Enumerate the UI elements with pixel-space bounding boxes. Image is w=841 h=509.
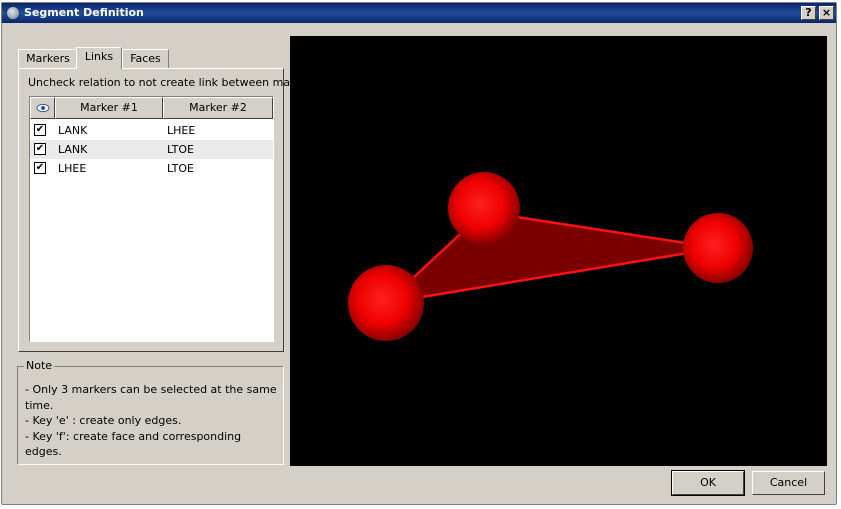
eye-icon bbox=[36, 103, 49, 113]
link-checkbox[interactable]: ✔ bbox=[34, 124, 46, 136]
marker2-cell: LTOE bbox=[167, 162, 194, 175]
table-row[interactable]: ✔ LHEE LTOE bbox=[30, 159, 273, 178]
note-line: - Key 'f': create face and corresponding… bbox=[25, 429, 242, 459]
help-button[interactable]: ? bbox=[801, 6, 816, 20]
app-globe-icon bbox=[6, 6, 20, 20]
list-header: Marker #1 Marker #2 bbox=[30, 97, 273, 119]
marker2-column-header[interactable]: Marker #2 bbox=[163, 97, 273, 119]
tab-markers[interactable]: Markers bbox=[18, 49, 78, 68]
visibility-column-header[interactable] bbox=[30, 97, 55, 119]
note-line: - Only 3 markers can be selected at the … bbox=[25, 383, 277, 412]
marker-sphere[interactable] bbox=[448, 172, 520, 244]
marker-sphere[interactable] bbox=[348, 265, 424, 341]
link-checkbox[interactable]: ✔ bbox=[34, 143, 46, 155]
links-list[interactable]: Marker #1 Marker #2 ✔ LANK LHEE ✔ LANK L… bbox=[29, 96, 274, 342]
link-checkbox[interactable]: ✔ bbox=[34, 162, 46, 174]
segment-definition-dialog: Segment Definition ? × Markers Links Fac… bbox=[1, 2, 837, 505]
marker1-cell: LHEE bbox=[58, 162, 87, 175]
table-row[interactable]: ✔ LANK LTOE bbox=[30, 140, 273, 159]
marker1-cell: LANK bbox=[58, 124, 88, 137]
marker-sphere[interactable] bbox=[683, 213, 753, 283]
cancel-button[interactable]: Cancel bbox=[752, 471, 825, 495]
ok-button[interactable]: OK bbox=[671, 470, 745, 496]
note-groupbox: Note - Only 3 markers can be selected at… bbox=[17, 359, 284, 465]
table-row[interactable]: ✔ LANK LHEE bbox=[30, 121, 273, 140]
links-hint: Uncheck relation to not create link betw… bbox=[28, 76, 322, 89]
note-legend: Note bbox=[24, 359, 55, 372]
marker1-column-header[interactable]: Marker #1 bbox=[55, 97, 163, 119]
3d-viewport[interactable] bbox=[290, 36, 827, 466]
title-bar[interactable]: Segment Definition ? × bbox=[2, 3, 836, 23]
links-tab-panel: Uncheck relation to not create link betw… bbox=[18, 68, 321, 352]
marker1-cell: LANK bbox=[58, 143, 88, 156]
close-button[interactable]: × bbox=[819, 6, 834, 20]
window-title: Segment Definition bbox=[24, 6, 144, 19]
viewport-canvas bbox=[348, 172, 753, 341]
tab-faces[interactable]: Faces bbox=[122, 49, 169, 68]
note-body: - Only 3 markers can be selected at the … bbox=[25, 382, 280, 460]
note-line: - Key 'e' : create only edges. bbox=[25, 414, 182, 427]
marker2-cell: LTOE bbox=[167, 143, 194, 156]
tab-links[interactable]: Links bbox=[76, 47, 122, 69]
marker2-cell: LHEE bbox=[167, 124, 196, 137]
